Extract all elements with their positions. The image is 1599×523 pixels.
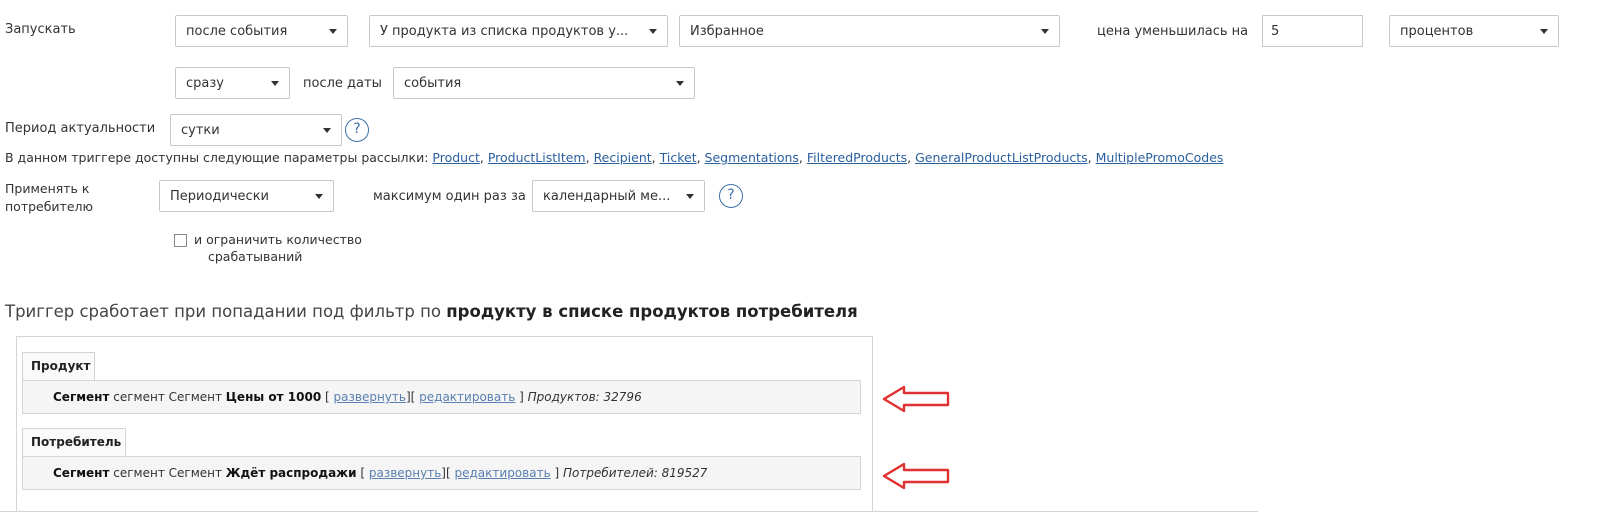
param-link-product-list-item[interactable]: ProductListItem xyxy=(488,150,586,165)
edit-link[interactable]: редактировать xyxy=(419,390,515,404)
param-link-recipient[interactable]: Recipient xyxy=(594,150,652,165)
filter-heading-bold: продукту в списке продуктов потребителя xyxy=(446,302,858,321)
product-condition-select[interactable]: У продукта из списка продуктов у... xyxy=(369,15,668,47)
event-timing-value: после события xyxy=(186,23,288,39)
segment-bold-label: Сегмент xyxy=(53,390,110,404)
segment-text: сегмент Сегмент xyxy=(113,390,222,404)
date-source-value: события xyxy=(404,75,462,91)
bracket-open: [ xyxy=(325,390,330,404)
chevron-down-icon xyxy=(649,28,657,34)
chevron-down-icon xyxy=(1540,28,1548,34)
expand-link[interactable]: развернуть xyxy=(369,466,441,480)
chevron-down-icon xyxy=(676,80,684,86)
filter-heading-prefix: Триггер сработает при попадании под филь… xyxy=(5,302,442,321)
left-arrow-icon xyxy=(882,462,950,490)
bracket-mid: ][ xyxy=(405,390,416,404)
consumer-segment-row: Сегмент сегмент Сегмент Ждёт распродажи … xyxy=(22,456,861,490)
param-link-segmentations[interactable]: Segmentations xyxy=(705,150,799,165)
bracket-mid: ][ xyxy=(441,466,451,480)
after-date-label: после даты xyxy=(303,76,382,91)
apply-label-line2: потребителю xyxy=(5,199,94,214)
period-select[interactable]: календарный ме... xyxy=(532,180,705,212)
param-link-ticket[interactable]: Ticket xyxy=(660,150,697,165)
bracket-open: [ xyxy=(360,466,366,480)
param-link-filtered-products[interactable]: FilteredProducts xyxy=(807,150,907,165)
relevance-select[interactable]: сутки xyxy=(170,114,342,146)
divider xyxy=(0,511,1258,512)
product-count: Продуктов: 32796 xyxy=(527,390,642,404)
list-name-select[interactable]: Избранное xyxy=(679,15,1060,47)
apply-mode-value: Периодически xyxy=(170,188,269,204)
param-link-multiple-promo-codes[interactable]: MultiplePromoCodes xyxy=(1096,150,1224,165)
segment-bold-label: Сегмент xyxy=(53,466,110,480)
expand-link[interactable]: развернуть xyxy=(334,390,406,404)
tab-consumer[interactable]: Потребитель xyxy=(22,428,126,456)
param-link-product[interactable]: Product xyxy=(432,150,479,165)
apply-mode-select[interactable]: Периодически xyxy=(159,180,334,212)
bracket-close: ] xyxy=(554,466,560,480)
relevance-help-icon[interactable]: ? xyxy=(345,118,369,142)
list-name-value: Избранное xyxy=(690,23,764,39)
limit-label-line1: и ограничить количество xyxy=(194,232,362,247)
segment-name: Цены от 1000 xyxy=(225,390,322,404)
unit-select[interactable]: процентов xyxy=(1389,15,1559,47)
chevron-down-icon xyxy=(315,193,323,199)
chevron-down-icon xyxy=(686,193,694,199)
unit-value: процентов xyxy=(1400,23,1474,39)
bracket-close: ] xyxy=(519,390,524,404)
relevance-value: сутки xyxy=(181,122,220,138)
chevron-down-icon xyxy=(1041,28,1049,34)
segment-text: сегмент Сегмент xyxy=(113,466,222,480)
product-condition-value: У продукта из списка продуктов у... xyxy=(380,23,629,39)
date-source-select[interactable]: события xyxy=(393,67,695,99)
period-value: календарный ме... xyxy=(543,188,671,204)
limit-label-line2: срабатываний xyxy=(208,249,303,264)
edit-link[interactable]: редактировать xyxy=(455,466,551,480)
tab-product[interactable]: Продукт xyxy=(22,352,95,380)
limit-triggers-checkbox[interactable] xyxy=(174,234,187,247)
relevance-label: Период актуальности xyxy=(5,121,156,136)
period-help-icon[interactable]: ? xyxy=(719,184,743,208)
delay-select[interactable]: сразу xyxy=(175,67,290,99)
product-segment-row: Сегмент сегмент Сегмент Цены от 1000 [ р… xyxy=(22,380,861,414)
chevron-down-icon xyxy=(323,127,331,133)
left-arrow-icon xyxy=(882,385,950,413)
chevron-down-icon xyxy=(329,28,337,34)
segment-name: Ждёт распродажи xyxy=(225,466,357,480)
chevron-down-icon xyxy=(271,80,279,86)
event-timing-select[interactable]: после события xyxy=(175,15,348,47)
max-once-label: максимум один раз за xyxy=(373,189,526,204)
param-link-general-product-list-products[interactable]: GeneralProductListProducts xyxy=(915,150,1088,165)
mailing-params: В данном триггере доступны следующие пар… xyxy=(5,150,1224,165)
consumer-count: Потребителей: 819527 xyxy=(562,466,708,480)
apply-label-line1: Применять к xyxy=(5,181,90,196)
delay-value: сразу xyxy=(186,75,224,91)
price-decrease-input[interactable] xyxy=(1262,15,1363,47)
params-intro: В данном триггере доступны следующие пар… xyxy=(5,150,429,165)
launch-label: Запускать xyxy=(5,22,76,37)
price-decrease-label: цена уменьшилась на xyxy=(1097,24,1249,39)
filter-heading: Триггер сработает при попадании под филь… xyxy=(5,302,858,321)
